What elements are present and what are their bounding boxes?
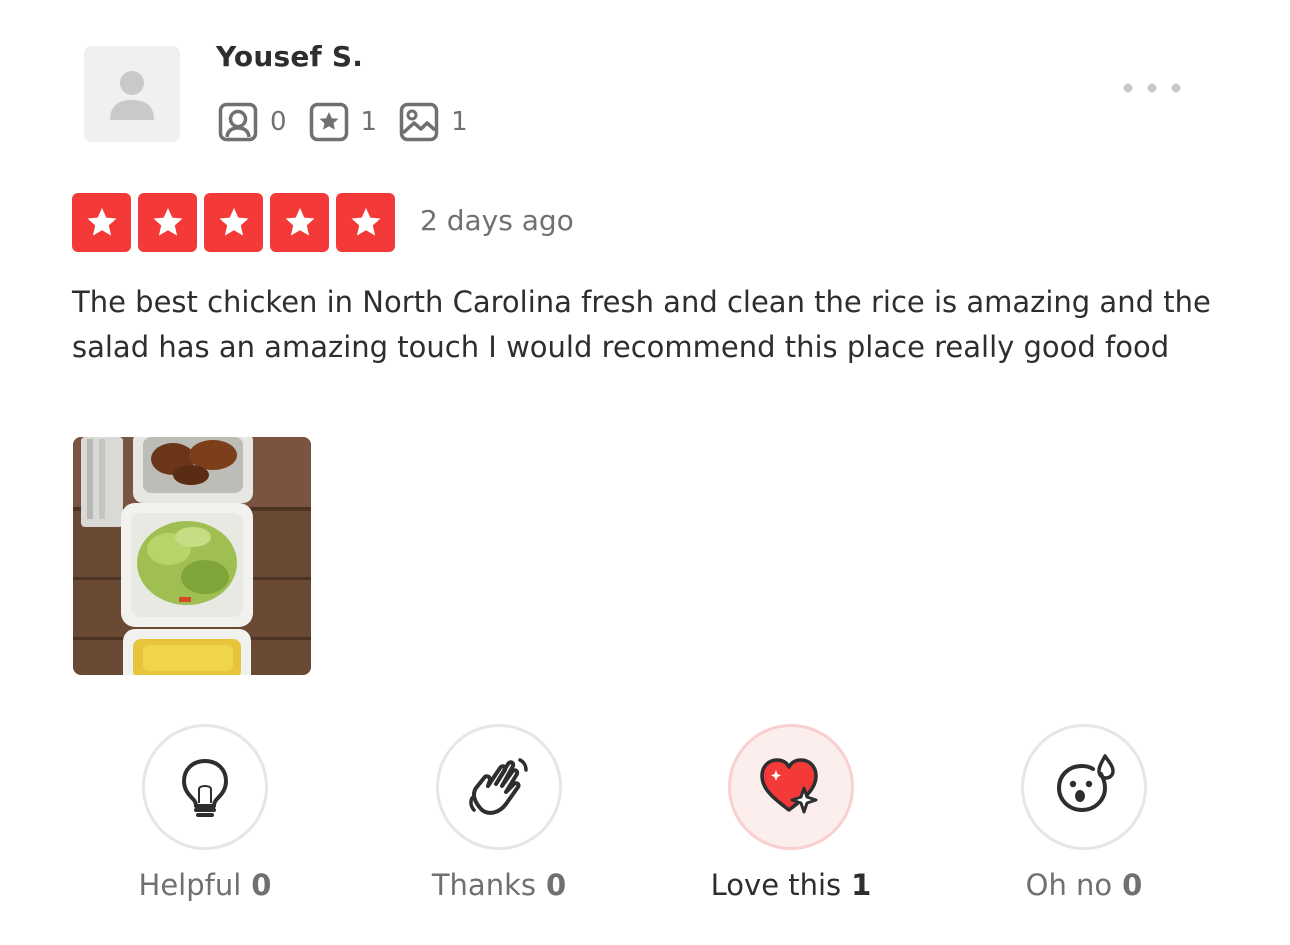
review-text: The best chicken in North Carolina fresh… xyxy=(72,285,1211,364)
lightbulb-icon xyxy=(182,759,228,817)
star-icon xyxy=(285,207,314,236)
helpful-button[interactable] xyxy=(142,724,268,850)
helpful-count: 0 xyxy=(251,868,272,902)
star-4 xyxy=(270,193,329,252)
oh-no-label: Oh no 0 xyxy=(1025,868,1143,902)
review-photo[interactable] xyxy=(73,437,311,675)
photos-icon xyxy=(399,102,439,142)
friends-icon xyxy=(218,102,258,142)
love-this-label: Love this 1 xyxy=(710,868,872,902)
user-stats: 0 1 1 xyxy=(218,102,490,142)
reaction-thanks[interactable]: Thanks 0 xyxy=(389,724,609,902)
love-this-button[interactable] xyxy=(728,724,854,850)
star-5 xyxy=(336,193,395,252)
review-date: 2 days ago xyxy=(420,204,574,237)
star-rating xyxy=(72,193,402,252)
star-icon xyxy=(153,207,182,236)
thanks-button[interactable] xyxy=(436,724,562,850)
surprised-face-icon xyxy=(1056,754,1115,813)
reviews-count: 1 xyxy=(309,102,377,142)
star-1 xyxy=(72,193,131,252)
heart-sparkle-icon xyxy=(760,758,818,814)
star-icon xyxy=(87,207,116,236)
helpful-label: Helpful 0 xyxy=(138,868,272,902)
star-2 xyxy=(138,193,197,252)
oh-no-count: 0 xyxy=(1122,868,1143,902)
food-photo-image xyxy=(73,437,311,675)
thanks-label: Thanks 0 xyxy=(431,868,567,902)
more-options-button[interactable] xyxy=(1118,76,1190,100)
reaction-helpful[interactable]: Helpful 0 xyxy=(95,724,315,902)
star-icon xyxy=(219,207,248,236)
friends-count: 0 xyxy=(218,102,287,142)
reaction-oh-no[interactable]: Oh no 0 xyxy=(974,724,1194,902)
oh-no-button[interactable] xyxy=(1021,724,1147,850)
user-placeholder-icon xyxy=(110,71,154,120)
star-icon xyxy=(351,207,380,236)
photos-count: 1 xyxy=(399,102,468,142)
reviews-star-icon xyxy=(309,102,348,142)
thanks-count: 0 xyxy=(545,868,567,902)
star-3 xyxy=(204,193,263,252)
love-this-count: 1 xyxy=(851,868,872,902)
waving-hand-icon xyxy=(469,758,528,815)
reaction-love-this[interactable]: Love this 1 xyxy=(681,724,901,902)
user-name[interactable]: Yousef S. xyxy=(216,40,363,73)
avatar[interactable] xyxy=(84,46,180,142)
more-dots-icon xyxy=(1123,83,1181,93)
